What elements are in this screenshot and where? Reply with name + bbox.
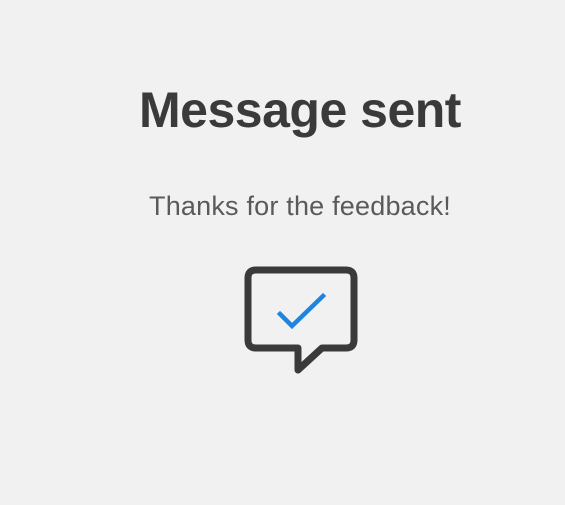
page-title: Message sent <box>139 82 461 138</box>
chat-bubble-check-icon <box>242 264 360 376</box>
confirmation-message: Thanks for the feedback! <box>149 191 451 221</box>
confirmation-panel: Message sent Thanks for the feedback! <box>0 0 565 505</box>
